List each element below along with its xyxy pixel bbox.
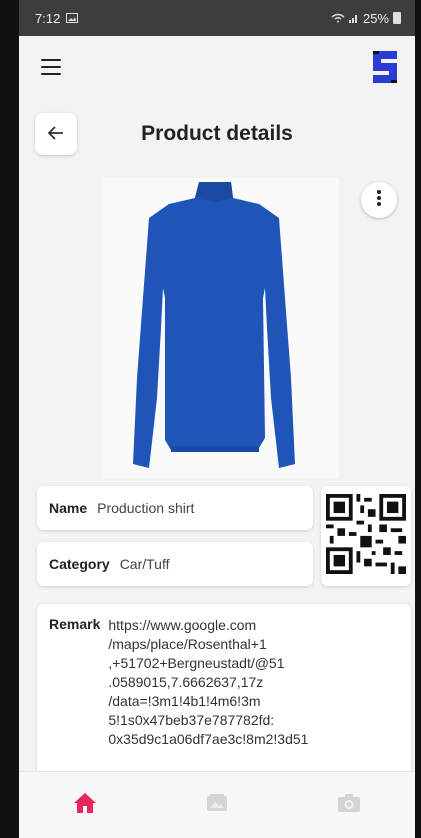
category-value: Car/Tuff [119, 556, 170, 572]
remark-line: https://www.google.com [108, 617, 257, 633]
app-screen: 7:12 25% Product details Name Production… [19, 0, 415, 838]
bottom-navigation [19, 771, 415, 838]
qr-code-card[interactable] [321, 486, 411, 586]
home-icon [73, 792, 97, 819]
app-logo [369, 47, 401, 87]
remark-label: Remark [49, 616, 101, 632]
status-bar: 7:12 25% [19, 0, 415, 36]
remark-line: /data=!3m1!4b1!4m6!3m [108, 693, 261, 709]
status-time: 7:12 [35, 10, 61, 26]
signal-icon [348, 11, 359, 26]
camera-icon [337, 793, 361, 818]
nav-gallery[interactable] [197, 785, 237, 825]
page-title: Product details [141, 122, 293, 145]
device-frame-right [415, 0, 421, 838]
qr-code [326, 493, 406, 579]
battery-level: 25% [362, 10, 389, 26]
app-bar [19, 36, 415, 98]
battery-icon [393, 12, 401, 24]
remark-line: 5!1s0x47beb37e787782fd: [108, 712, 275, 728]
remark-value: https://www.google.com /maps/place/Rosen… [108, 616, 318, 762]
remark-line: .0589015,7.6662637,17z [108, 674, 264, 690]
title-row: Product details [19, 106, 415, 162]
product-image-area [19, 172, 415, 482]
more-vertical-icon [376, 187, 382, 213]
arrow-left-icon [47, 123, 64, 146]
more-options-button[interactable] [361, 182, 397, 218]
category-label: Category [49, 556, 110, 572]
back-button[interactable] [35, 113, 77, 155]
name-label: Name [49, 500, 88, 516]
remark-card: Remark https://www.google.com /maps/plac… [37, 604, 411, 774]
remark-line: /maps/place/Rosenthal+1 [108, 636, 267, 652]
remark-line: 0x35d9c1a06df7ae3c!8m2!3d51 [108, 731, 309, 747]
name-field: Name Production shirt [37, 486, 313, 530]
category-field: Category Car/Tuff [37, 542, 313, 586]
nav-home[interactable] [65, 785, 105, 825]
nav-camera[interactable] [329, 785, 369, 825]
wifi-icon [331, 11, 345, 26]
remark-line: ,+51702+Bergneustadt/@51 [108, 655, 285, 671]
menu-icon[interactable] [41, 59, 61, 75]
device-frame-left [0, 0, 19, 838]
name-value: Production shirt [97, 500, 195, 516]
gallery-notification-icon [66, 11, 79, 26]
gallery-icon [205, 793, 229, 818]
product-image [119, 178, 309, 483]
